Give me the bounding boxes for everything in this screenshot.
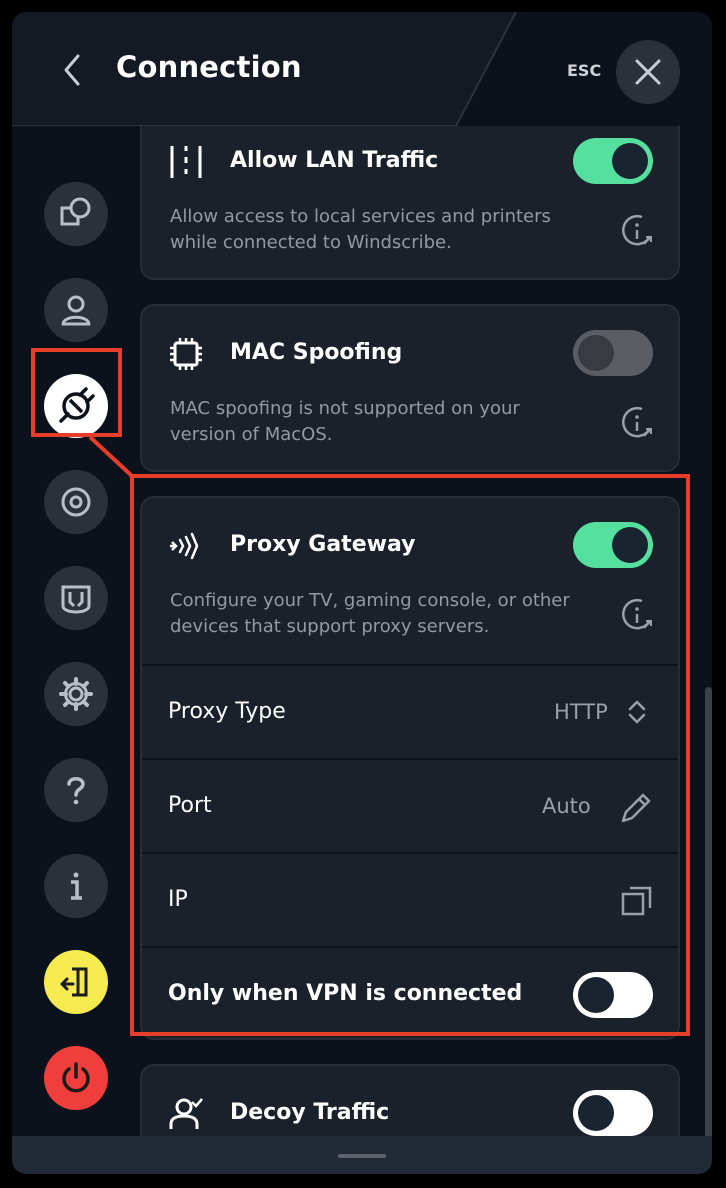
highlight-box-proxy-gateway: [130, 474, 690, 1036]
